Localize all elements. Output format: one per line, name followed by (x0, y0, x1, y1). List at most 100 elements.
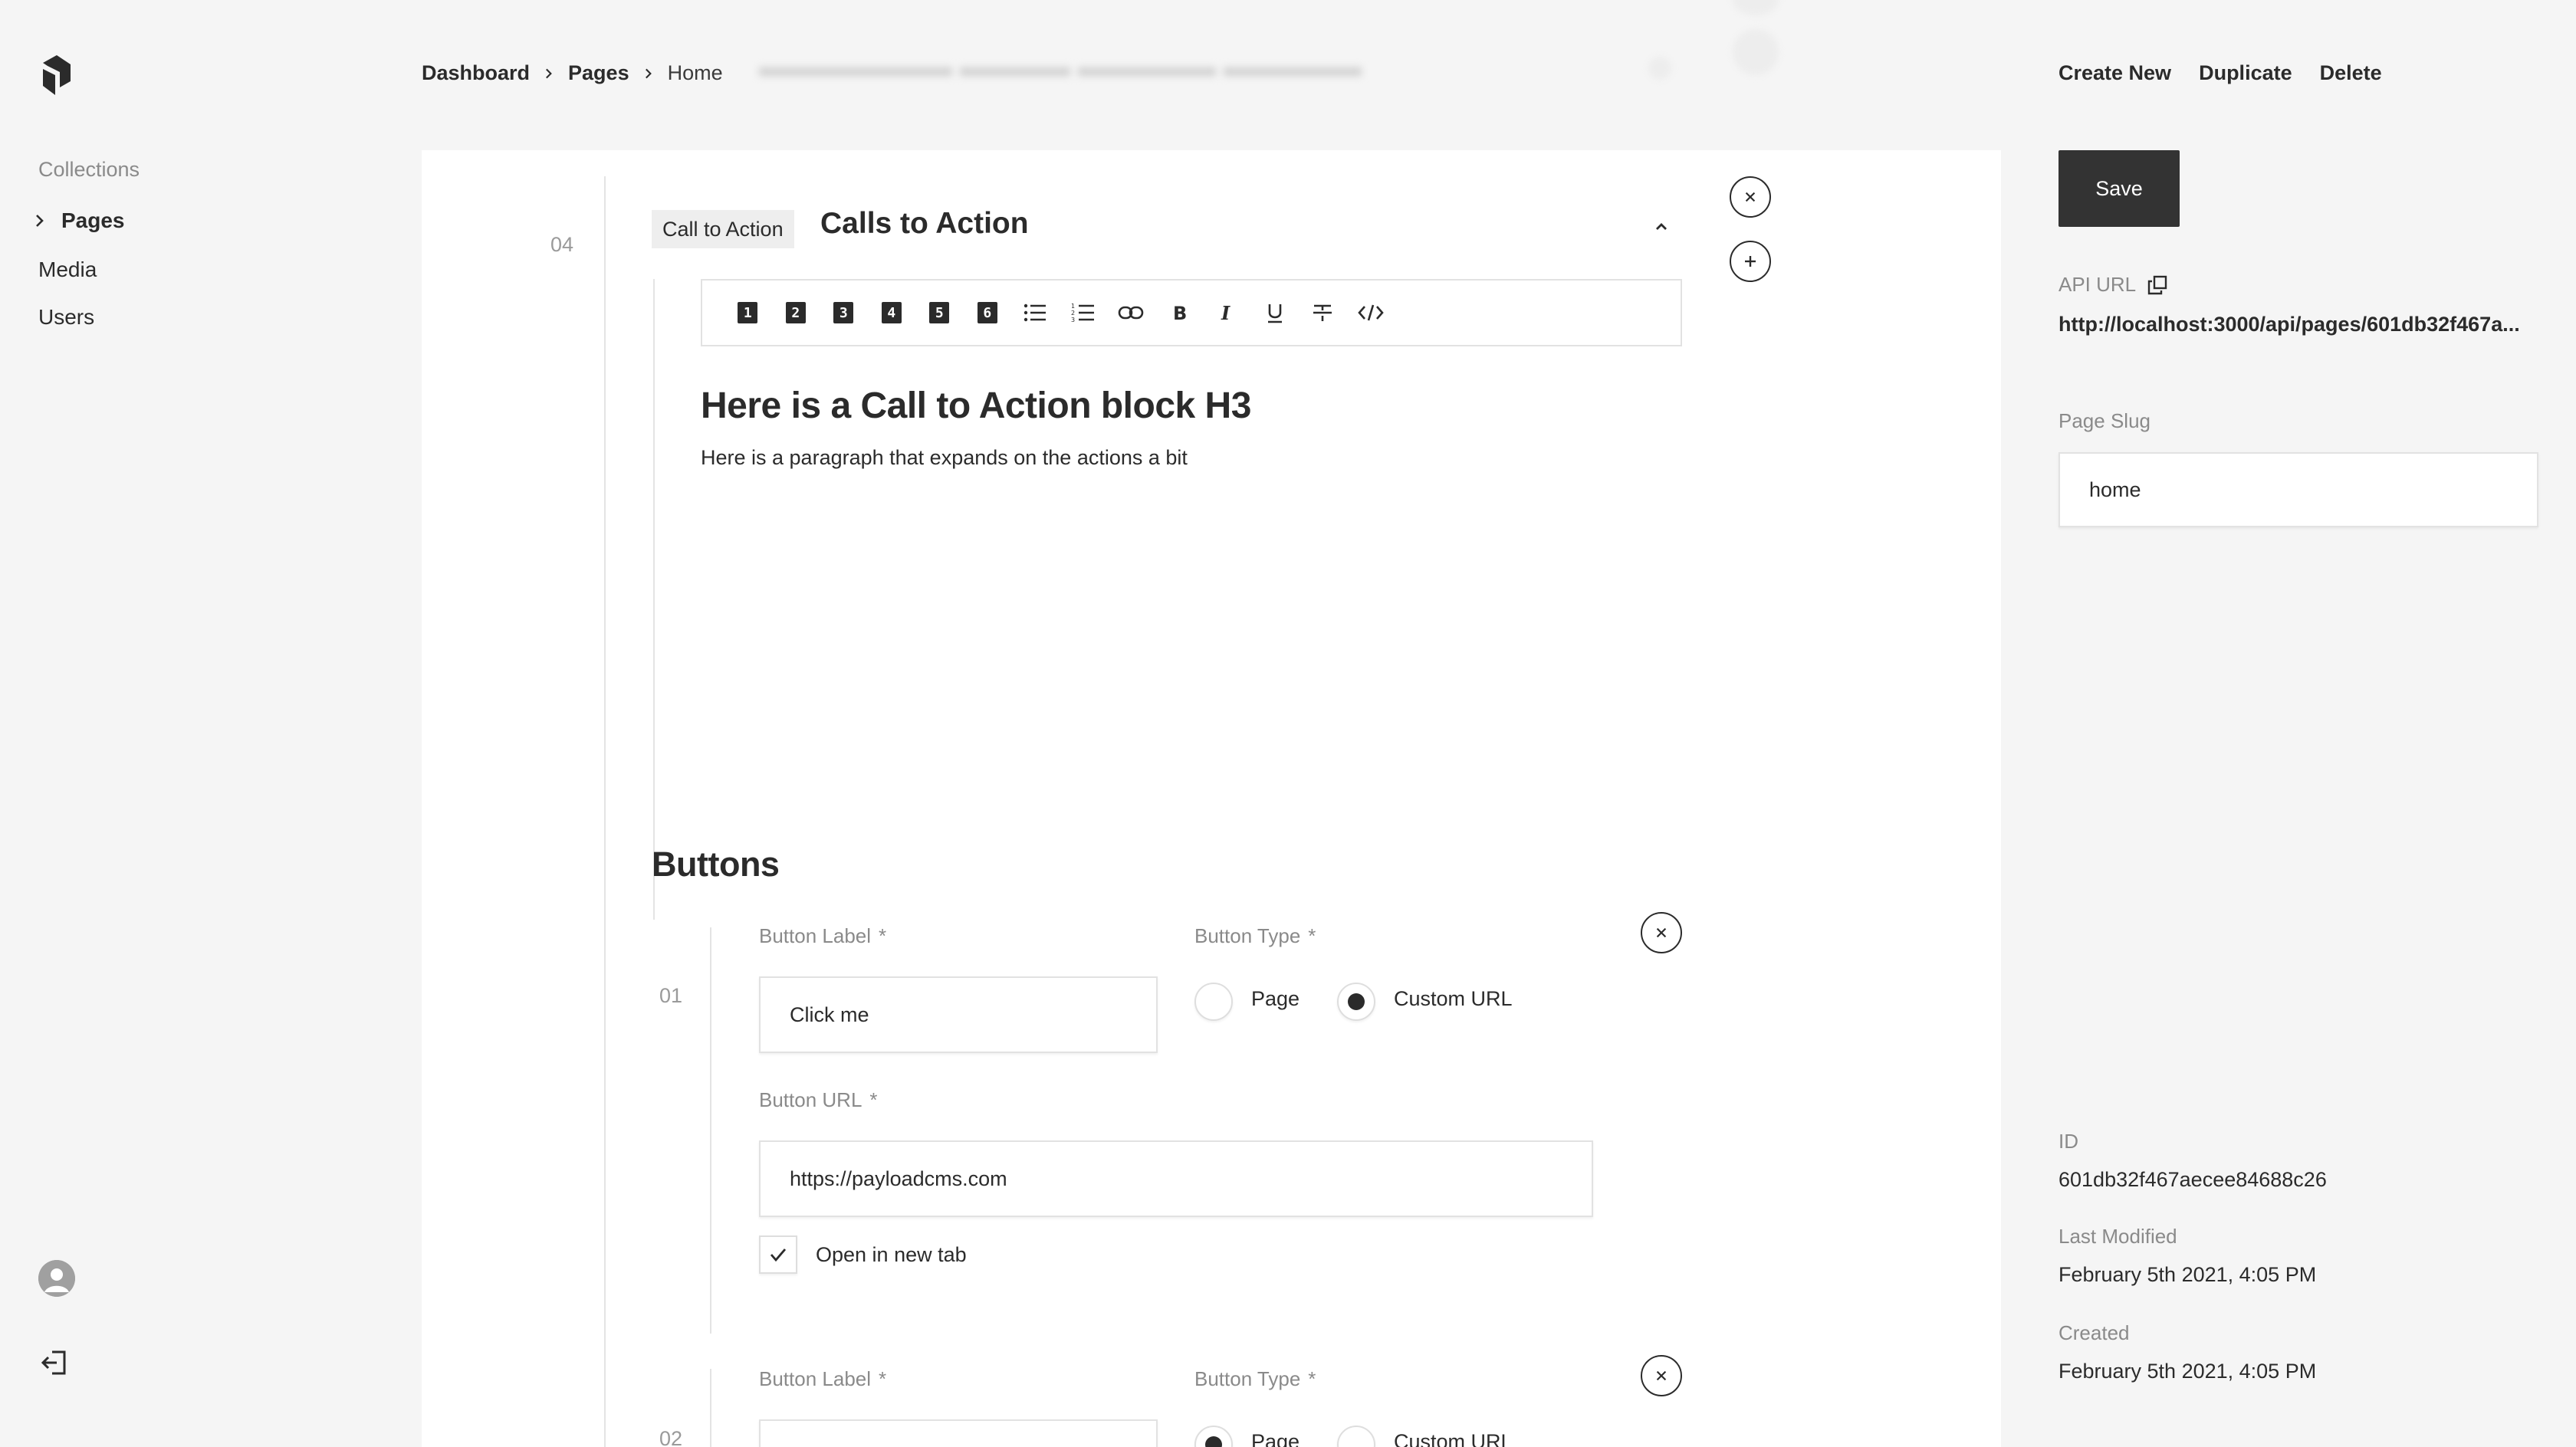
svg-text:3: 3 (1071, 317, 1075, 323)
button-label-input[interactable]: Click me (759, 976, 1158, 1053)
close-icon (1656, 1370, 1667, 1381)
logout-icon[interactable] (40, 1347, 71, 1378)
open-new-tab-label[interactable]: Open in new tab (816, 1243, 967, 1267)
button-label-input[interactable] (759, 1419, 1158, 1447)
last-modified-label: Last Modified (2058, 1225, 2177, 1248)
strikethrough-button[interactable] (1299, 297, 1347, 328)
api-url-link[interactable]: http://localhost:3000/api/pages/601db32f… (2058, 313, 2534, 336)
document-sidebar: Create New Duplicate Delete Save API URL… (2001, 0, 2576, 1447)
save-button[interactable]: Save (2058, 150, 2180, 227)
nav-item-pages[interactable]: Pages (61, 208, 125, 233)
richtext-paragraph[interactable]: Here is a paragraph that expands on the … (701, 446, 1188, 470)
chevron-right-icon (629, 66, 668, 81)
strikethrough-icon (1313, 304, 1332, 321)
svg-text:B: B (1173, 303, 1187, 323)
chevron-up-icon[interactable] (1650, 215, 1673, 238)
numbered-list-icon: 1 2 3 (1071, 303, 1094, 323)
blurred-circle (1733, 29, 1779, 75)
button-url-label: Button URL * (759, 1088, 878, 1111)
button-row-number: 02 (659, 1427, 683, 1447)
nav-item-users[interactable]: Users (38, 305, 94, 330)
richtext-heading[interactable]: Here is a Call to Action block H3 (701, 385, 1251, 427)
button-row-guide (710, 927, 711, 1334)
italic-button[interactable]: I (1203, 297, 1251, 328)
breadcrumb: Dashboard Pages Home (422, 61, 723, 85)
h2-icon: 2 (785, 302, 806, 323)
last-modified-value: February 5th 2021, 4:05 PM (2058, 1263, 2317, 1286)
bullet-list-icon (1024, 304, 1046, 322)
h5-button[interactable]: 5 (915, 297, 964, 328)
top-header: ▬▬▬▬▬▬▬ ▬▬▬▬ ▬▬▬▬▬ ▬▬▬▬▬ Dashboard Pages… (422, 0, 2001, 150)
blurred-circle (1733, 0, 1779, 15)
open-new-tab-checkbox[interactable] (759, 1235, 797, 1274)
payload-logo-icon[interactable] (40, 55, 74, 95)
code-icon (1358, 304, 1384, 321)
richtext-toolbar: 1 2 3 4 5 6 1 2 3 B I (701, 279, 1682, 346)
blurred-circle (1648, 57, 1671, 80)
button-type-label: Button Type * (1194, 924, 1316, 947)
h4-icon: 4 (881, 302, 902, 323)
breadcrumb-dashboard[interactable]: Dashboard (422, 61, 530, 85)
add-block-button[interactable] (1730, 241, 1771, 282)
button-url-input[interactable]: https://payloadcms.com (759, 1140, 1593, 1217)
bullet-list-button[interactable] (1011, 297, 1060, 328)
button-type-custom-url-radio[interactable] (1337, 983, 1375, 1021)
h3-icon: 3 (833, 302, 854, 323)
delete-button[interactable]: Delete (2320, 61, 2382, 85)
remove-block-button[interactable] (1730, 176, 1771, 218)
create-new-button[interactable]: Create New (2058, 61, 2171, 85)
user-icon (38, 1260, 75, 1297)
bold-button[interactable]: B (1155, 297, 1204, 328)
nav-item-media[interactable]: Media (38, 258, 97, 282)
button-label-label: Button Label * (759, 1367, 887, 1390)
block-row-number: 04 (550, 233, 574, 256)
underline-button[interactable] (1251, 297, 1300, 328)
page-slug-input[interactable]: home (2058, 452, 2538, 527)
breadcrumb-current: Home (667, 61, 723, 84)
link-button[interactable] (1107, 297, 1155, 328)
block-row-guide (604, 176, 606, 1447)
h3-button[interactable]: 3 (820, 297, 868, 328)
button-label-label: Button Label * (759, 924, 887, 947)
block-content-guide (653, 279, 655, 920)
remove-button-row-button[interactable] (1641, 1355, 1682, 1396)
id-label: ID (2058, 1130, 2078, 1153)
button-type-custom-url-label[interactable]: Custom URL (1394, 1430, 1513, 1447)
button-type-page-radio[interactable] (1194, 983, 1233, 1021)
check-icon (770, 1248, 787, 1262)
button-type-page-radio[interactable] (1194, 1426, 1233, 1447)
account-avatar[interactable] (38, 1260, 75, 1297)
h6-icon: 6 (977, 302, 997, 323)
h1-icon: 1 (738, 302, 758, 323)
button-type-page-label[interactable]: Page (1251, 1430, 1300, 1447)
remove-button-row-button[interactable] (1641, 912, 1682, 953)
block-type-tag: Call to Action (652, 210, 794, 248)
chevron-right-icon (530, 66, 568, 81)
numbered-list-button[interactable]: 1 2 3 (1060, 297, 1108, 328)
button-type-page-label[interactable]: Page (1251, 987, 1300, 1011)
button-type-custom-url-label[interactable]: Custom URL (1394, 987, 1513, 1011)
breadcrumb-pages[interactable]: Pages (568, 61, 629, 85)
close-icon (1745, 192, 1756, 202)
document-actions: Create New Duplicate Delete (2058, 61, 2382, 85)
svg-text:2: 2 (1071, 310, 1075, 317)
buttons-section-title: Buttons (652, 845, 780, 884)
collections-heading: Collections (38, 158, 140, 181)
id-value: 601db32f467aecee84688c26 (2058, 1168, 2327, 1191)
left-nav: Collections Pages Media Users (0, 0, 422, 1447)
created-value: February 5th 2021, 4:05 PM (2058, 1360, 2317, 1383)
duplicate-button[interactable]: Duplicate (2199, 61, 2292, 85)
underline-icon (1267, 304, 1282, 323)
h1-button[interactable]: 1 (724, 297, 772, 328)
h6-button[interactable]: 6 (964, 297, 1012, 328)
code-button[interactable] (1347, 297, 1395, 328)
h2-button[interactable]: 2 (772, 297, 820, 328)
main-content: 04 Call to Action Calls to Action 1 2 3 … (422, 150, 2001, 1447)
button-type-custom-url-radio[interactable] (1337, 1426, 1375, 1447)
button-type-label: Button Type * (1194, 1367, 1316, 1390)
plus-icon (1745, 256, 1756, 267)
h4-button[interactable]: 4 (868, 297, 916, 328)
page-slug-label: Page Slug (2058, 409, 2150, 432)
blurred-sticky-title: ▬▬▬▬▬▬▬ ▬▬▬▬ ▬▬▬▬▬ ▬▬▬▬▬ (759, 51, 1362, 82)
copy-icon[interactable] (2147, 274, 2168, 296)
